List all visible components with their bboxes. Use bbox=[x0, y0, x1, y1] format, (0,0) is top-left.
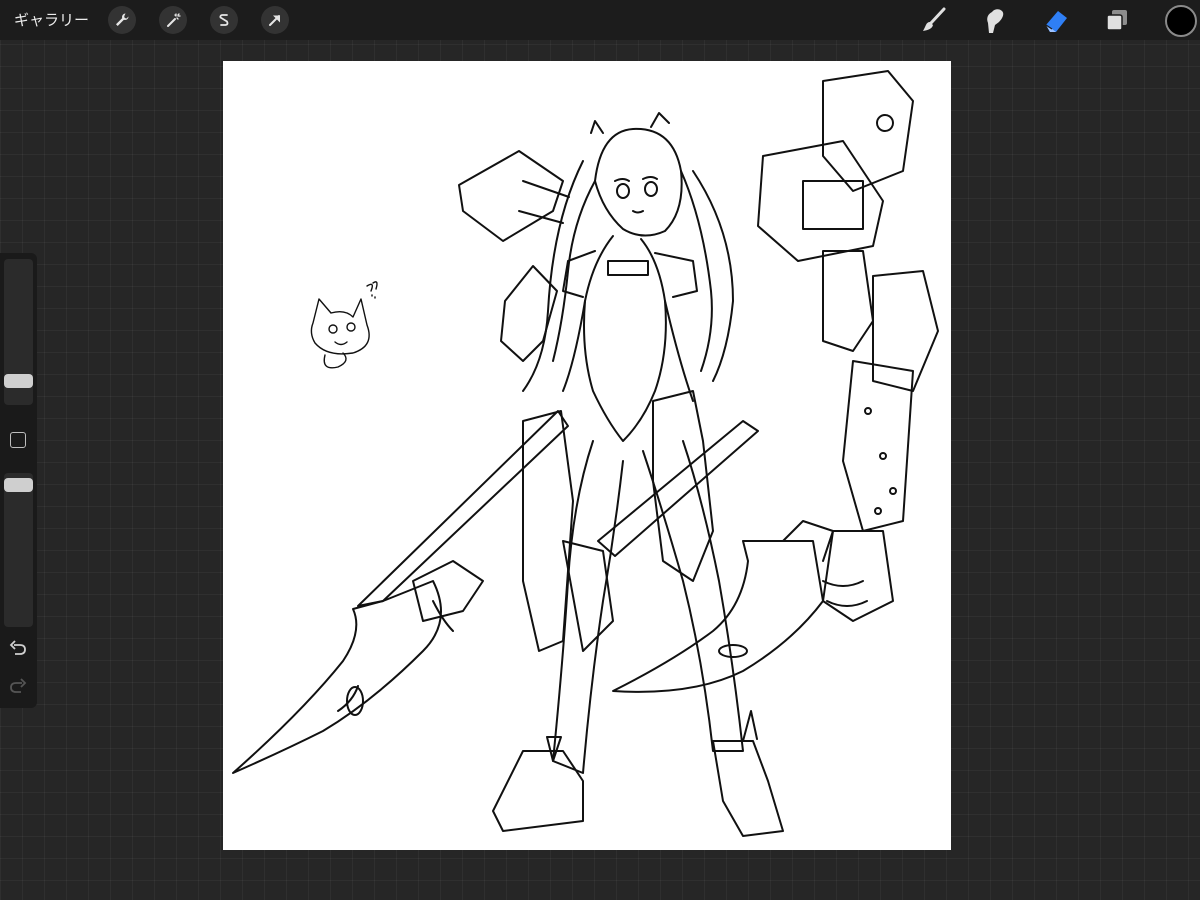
left-shoulder-armor bbox=[458, 150, 570, 362]
color-picker[interactable] bbox=[1165, 5, 1197, 37]
magic-wand-icon[interactable] bbox=[159, 6, 187, 34]
cat-doodle bbox=[310, 281, 378, 369]
hip-armor bbox=[522, 390, 714, 652]
character-body bbox=[562, 235, 698, 442]
gallery-button[interactable]: ギャラリー bbox=[14, 9, 89, 31]
wrench-icon[interactable] bbox=[108, 6, 136, 34]
smudge-icon[interactable] bbox=[978, 4, 1010, 36]
line-art-illustration bbox=[232, 70, 939, 837]
sidebar bbox=[0, 253, 37, 708]
opacity-slider[interactable] bbox=[4, 473, 33, 627]
transform-arrow-icon[interactable] bbox=[261, 6, 289, 34]
brush-size-thumb[interactable] bbox=[4, 374, 33, 388]
right-sword bbox=[597, 420, 834, 693]
eraser-icon[interactable] bbox=[1040, 4, 1072, 36]
opacity-thumb[interactable] bbox=[4, 478, 33, 492]
redo-icon[interactable] bbox=[8, 677, 28, 697]
left-sword bbox=[232, 410, 569, 774]
brush-icon[interactable] bbox=[918, 4, 950, 36]
layers-icon[interactable] bbox=[1101, 4, 1133, 36]
square-icon[interactable] bbox=[10, 432, 26, 448]
undo-icon[interactable] bbox=[8, 639, 28, 659]
selection-s-icon[interactable] bbox=[210, 6, 238, 34]
top-toolbar: ギャラリー bbox=[0, 0, 1200, 40]
character-head bbox=[522, 112, 734, 392]
drawing-canvas[interactable] bbox=[223, 61, 951, 850]
